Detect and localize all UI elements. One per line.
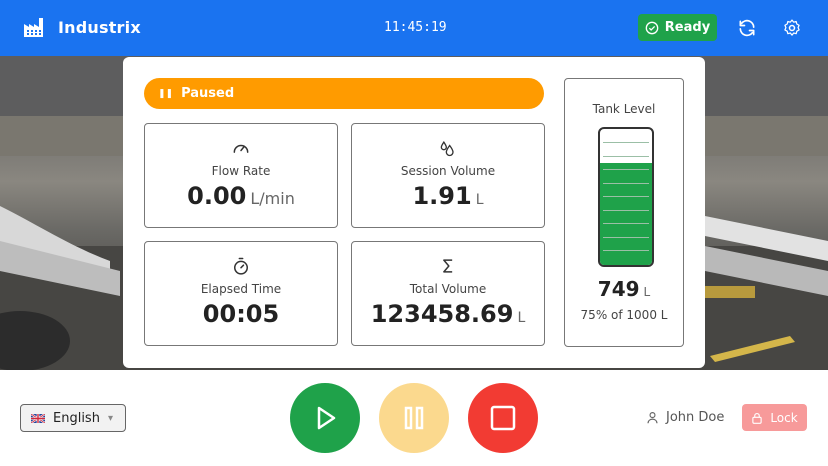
elapsed-time-value: 00:05 bbox=[202, 300, 280, 328]
tank-capacity-text: 75% of 1000 L bbox=[580, 308, 668, 322]
dispense-panel: ❚❚ Paused Flow Rate 0.00 L/min Session V… bbox=[123, 57, 705, 368]
pause-icon bbox=[404, 406, 424, 430]
total-volume-card: Total Volume 123458.69 L bbox=[351, 241, 545, 346]
lock-button[interactable]: Lock bbox=[742, 404, 807, 431]
tank-level-title: Tank Level bbox=[592, 102, 656, 116]
flow-rate-value: 0.00 bbox=[187, 182, 247, 210]
user-name: John Doe bbox=[666, 410, 725, 425]
session-volume-card: Session Volume 1.91 L bbox=[351, 123, 545, 228]
stop-icon bbox=[490, 405, 516, 431]
droplets-icon bbox=[440, 140, 454, 157]
control-bar: English ▾ John Doe Lock bbox=[0, 370, 828, 466]
user-icon bbox=[647, 412, 658, 424]
pause-icon: ❚❚ bbox=[158, 88, 174, 99]
brand-name: Industrix bbox=[58, 17, 141, 37]
lock-label: Lock bbox=[770, 410, 798, 425]
elapsed-time-label: Elapsed Time bbox=[200, 282, 282, 296]
ready-status-badge: Ready bbox=[638, 14, 717, 41]
ready-label: Ready bbox=[664, 20, 711, 35]
top-bar: Industrix 11:45:19 Ready bbox=[0, 0, 828, 56]
uk-flag-icon bbox=[31, 413, 45, 423]
refresh-icon[interactable] bbox=[737, 18, 757, 38]
language-label: English bbox=[53, 410, 100, 426]
status-label: Paused bbox=[181, 86, 235, 101]
play-icon bbox=[317, 406, 336, 430]
stop-button[interactable] bbox=[468, 383, 538, 453]
session-volume-label: Session Volume bbox=[400, 164, 496, 178]
flow-rate-card: Flow Rate 0.00 L/min bbox=[144, 123, 338, 228]
check-circle-icon bbox=[645, 21, 659, 34]
brand: Industrix bbox=[22, 15, 141, 39]
stopwatch-icon bbox=[234, 257, 248, 275]
flow-rate-label: Flow Rate bbox=[211, 164, 271, 178]
factory-icon bbox=[24, 18, 43, 37]
clock: 11:45:19 bbox=[384, 20, 447, 35]
total-volume-value: 123458.69 bbox=[370, 300, 514, 328]
tank-level-unit: L bbox=[643, 285, 651, 299]
user-info: John Doe bbox=[646, 410, 724, 425]
total-volume-unit: L bbox=[517, 310, 526, 326]
sigma-icon bbox=[443, 259, 453, 273]
chevron-down-icon: ▾ bbox=[107, 412, 113, 424]
language-selector[interactable]: English ▾ bbox=[20, 404, 126, 432]
tank-level-value: 749 bbox=[597, 277, 640, 301]
gauge-icon bbox=[233, 144, 249, 153]
session-volume-value: 1.91 bbox=[412, 182, 472, 210]
pause-button[interactable] bbox=[379, 383, 449, 453]
status-banner: ❚❚ Paused bbox=[144, 78, 544, 109]
tank-gauge bbox=[598, 127, 654, 267]
total-volume-label: Total Volume bbox=[409, 282, 487, 296]
session-volume-unit: L bbox=[475, 192, 484, 208]
tank-level-card: Tank Level 749 L 75% of 1000 L bbox=[564, 78, 684, 347]
elapsed-time-card: Elapsed Time 00:05 bbox=[144, 241, 338, 346]
flow-rate-unit: L/min bbox=[250, 189, 295, 208]
lock-icon bbox=[752, 412, 762, 424]
gear-icon[interactable] bbox=[782, 18, 802, 38]
start-button[interactable] bbox=[290, 383, 360, 453]
